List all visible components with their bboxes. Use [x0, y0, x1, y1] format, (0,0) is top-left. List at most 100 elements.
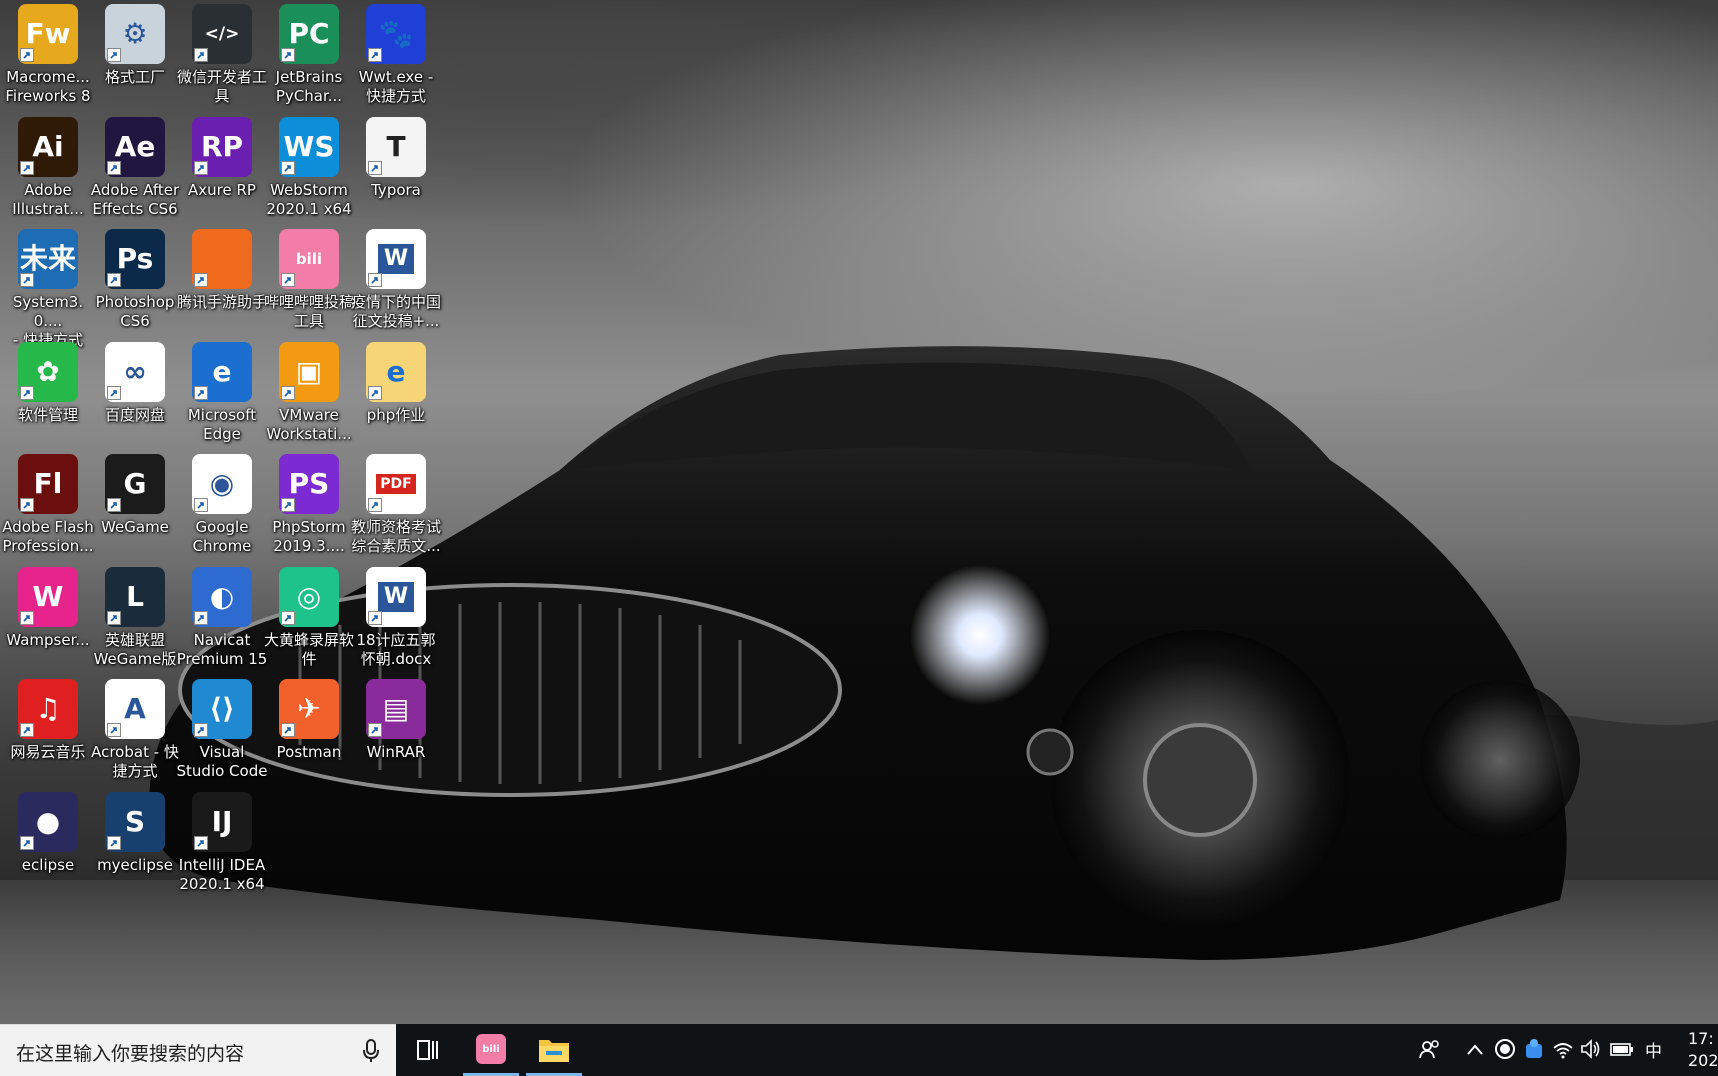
- task-view-button[interactable]: [400, 1024, 456, 1076]
- taskbar-file-explorer[interactable]: [526, 1024, 582, 1076]
- desktop-icon-label: PhpStorm 2019.3....: [272, 518, 346, 555]
- desktop-icon-pycharm[interactable]: PC JetBrains PyChar...: [262, 0, 356, 118]
- desktop-icon-label: WebStorm 2020.1 x64: [266, 180, 352, 218]
- desktop-icon-navicat[interactable]: ◐ Navicat Premium 15: [175, 563, 269, 681]
- desktop-icon-myeclipse[interactable]: Smyeclipse: [88, 788, 182, 906]
- desktop-icon-lol-wegame[interactable]: L 英雄联盟 WeGame版: [88, 563, 182, 681]
- shortcut-arrow-icon: [194, 273, 208, 287]
- desktop-icon-label: 哔哩哔哩投稿 工具: [263, 293, 354, 330]
- shortcut-arrow-icon: [281, 723, 295, 737]
- shortcut-arrow-icon: [368, 48, 382, 62]
- search-placeholder[interactable]: 在这里输入你要搜索的内容: [16, 1039, 244, 1066]
- shortcut-arrow-icon: [194, 498, 208, 512]
- taskbar-search-box[interactable]: 在这里输入你要搜索的内容: [0, 1024, 396, 1076]
- task-view-icon: [417, 1040, 438, 1060]
- desktop-icon-format-factory[interactable]: ⚙ 格式工厂: [88, 0, 182, 118]
- desktop-icon-label: VMware Workstati...: [266, 405, 352, 443]
- shortcut-arrow-icon: [20, 498, 34, 512]
- taskbar-bilibili-app[interactable]: bili: [463, 1024, 519, 1076]
- desktop-icon-label: 疫情下的中国 征文投稿+...: [350, 293, 441, 330]
- desktop-icon-label: 腾讯手游助手: [176, 293, 267, 311]
- desktop-icon-fireworks[interactable]: Fw Macrome... Fireworks 8: [1, 0, 95, 118]
- shortcut-arrow-icon: [107, 610, 121, 625]
- shortcut-arrow-icon: [107, 160, 121, 175]
- desktop-icon-bilibili-upload[interactable]: bili 哔哩哔哩投稿 工具: [262, 225, 356, 343]
- desktop-icon-php-homework[interactable]: e php作业: [349, 338, 443, 456]
- desktop-icon-axure[interactable]: RP Axure RP: [175, 113, 269, 231]
- people-icon[interactable]: [1418, 1038, 1442, 1062]
- desktop-icon-eclipse[interactable]: ● eclipse: [1, 788, 95, 906]
- desktop-icon-wechat-devtools[interactable]: </> 微信开发者工 具: [175, 0, 269, 118]
- desktop-icon-label: Visual Studio Code: [176, 743, 268, 780]
- desktop-icon-chrome[interactable]: ◉ Google Chrome: [175, 450, 269, 568]
- desktop-icon-label: 18计应五郭 怀朝.docx: [356, 630, 436, 668]
- desktop-icon-after-effects[interactable]: Ae Adobe After Effects CS6: [88, 113, 182, 231]
- desktop-icon-vscode[interactable]: ⟨⟩ Visual Studio Code: [175, 675, 269, 793]
- folder-icon: [539, 1040, 569, 1062]
- desktop-icon-wegame[interactable]: G WeGame: [88, 450, 182, 568]
- shortcut-arrow-icon: [20, 610, 34, 625]
- desktop-icon-photoshop[interactable]: Ps Photoshop CS6: [88, 225, 182, 343]
- shortcut-arrow-icon: [20, 48, 34, 62]
- shortcut-arrow-icon: [107, 498, 121, 512]
- taskbar: 在这里输入你要搜索的内容 bili 中 17: 202: [0, 1024, 1718, 1076]
- desktop-icon-wwt[interactable]: 🐾 Wwt.exe - 快捷方式: [349, 0, 443, 118]
- shortcut-arrow-icon: [20, 385, 34, 400]
- desktop-icon-wampserver[interactable]: W Wampser...: [1, 563, 95, 681]
- desktop-icon-label: Adobe After Effects CS6: [90, 180, 180, 218]
- desktop-icon-typora[interactable]: T Typora: [349, 113, 443, 231]
- desktop-icon-illustrator[interactable]: Ai Adobe Illustrat...: [1, 113, 95, 231]
- input-method-indicator[interactable]: 中: [1645, 1037, 1662, 1062]
- shortcut-arrow-icon: [107, 723, 121, 737]
- battery-icon[interactable]: [1610, 1038, 1634, 1060]
- desktop-icon-label: Wampser...: [6, 630, 90, 649]
- desktop-icon-postman[interactable]: ✈ Postman: [262, 675, 356, 793]
- shortcut-arrow-icon: [368, 610, 382, 625]
- desktop-icon-teacher-pdf[interactable]: PDF 教师资格考试 综合素质文...: [349, 450, 443, 568]
- record-icon[interactable]: [1494, 1038, 1516, 1060]
- shortcut-arrow-icon: [368, 385, 382, 400]
- desktop-icon-label: Axure RP: [188, 180, 256, 199]
- shortcut-arrow-icon: [281, 498, 295, 512]
- desktop-icon-software-manager[interactable]: ✿ 软件管理: [1, 338, 95, 456]
- desktop-icon-essay-docx[interactable]: W 疫情下的中国 征文投稿+...: [349, 225, 443, 343]
- desktop-icon-vmware[interactable]: ▣ VMware Workstati...: [262, 338, 356, 456]
- desktop-icon-label: JetBrains PyChar...: [275, 68, 343, 105]
- desktop-icon-label: Adobe Illustrat...: [12, 180, 84, 218]
- shortcut-arrow-icon: [281, 385, 295, 400]
- desktop-icon-winrar[interactable]: ▤ WinRAR: [349, 675, 443, 793]
- system-clock[interactable]: 17: 2020/: [1688, 1028, 1718, 1072]
- desktop-icon-label: 软件管理: [17, 405, 78, 424]
- shortcut-arrow-icon: [368, 273, 382, 287]
- desktop-icon-label: Google Chrome: [192, 518, 252, 555]
- baidu-pan-tray-icon[interactable]: [1524, 1038, 1544, 1060]
- clock-date: 2020/: [1688, 1051, 1718, 1070]
- desktop-icon-ming-docx[interactable]: W 18计应五郭 怀朝.docx: [349, 563, 443, 681]
- desktop-icon-tencent-gaming[interactable]: 腾讯手游助手: [175, 225, 269, 343]
- desktop-icon-label: 网易云音乐: [10, 743, 86, 761]
- chevron-up-icon[interactable]: [1465, 1040, 1485, 1060]
- desktop-icon-webstorm[interactable]: WS WebStorm 2020.1 x64: [262, 113, 356, 231]
- desktop-icon-acrobat[interactable]: A Acrobat - 快 捷方式: [88, 675, 182, 793]
- desktop-icon-bumblebee[interactable]: ◎ 大黄蜂录屏软 件: [262, 563, 356, 681]
- desktop-icon-netease-music[interactable]: ♫ 网易云音乐: [1, 675, 95, 793]
- desktop-icon-system3[interactable]: 未来 System3.0.... - 快捷方式: [1, 225, 95, 349]
- shortcut-arrow-icon: [368, 160, 382, 175]
- desktop-icon-label: 英雄联盟 WeGame版: [93, 630, 177, 668]
- desktop-icon-intellij[interactable]: IJ IntelliJ IDEA 2020.1 x64: [175, 788, 269, 906]
- microphone-icon[interactable]: [362, 1039, 380, 1067]
- shortcut-arrow-icon: [281, 273, 295, 287]
- clock-time: 17:: [1688, 1029, 1714, 1048]
- desktop-icon-edge[interactable]: e Microsoft Edge: [175, 338, 269, 456]
- desktop-icon-baidu-pan[interactable]: ∞ 百度网盘: [88, 338, 182, 456]
- desktop-icon-flash[interactable]: Fl Adobe Flash Profession...: [1, 450, 95, 568]
- shortcut-arrow-icon: [194, 723, 208, 737]
- desktop-icon-label: Typora: [371, 180, 421, 199]
- volume-icon[interactable]: [1580, 1038, 1602, 1060]
- shortcut-arrow-icon: [194, 610, 208, 625]
- wifi-icon[interactable]: [1552, 1038, 1574, 1060]
- shortcut-arrow-icon: [107, 385, 121, 400]
- desktop-icon-label: Photoshop CS6: [95, 293, 175, 330]
- shortcut-arrow-icon: [194, 385, 208, 400]
- desktop-icon-phpstorm[interactable]: PS PhpStorm 2019.3....: [262, 450, 356, 568]
